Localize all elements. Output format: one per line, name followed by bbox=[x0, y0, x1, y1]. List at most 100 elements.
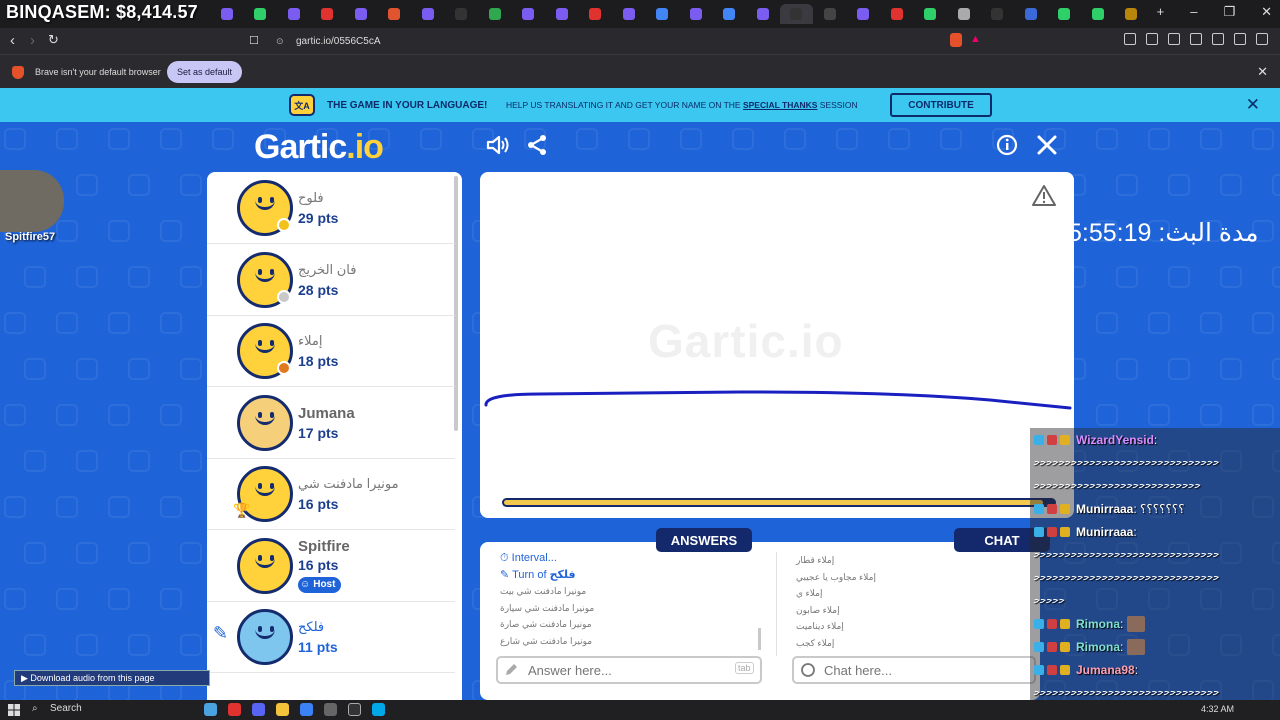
browser-tab[interactable] bbox=[981, 4, 1015, 24]
sound-icon[interactable] bbox=[486, 134, 510, 156]
browser-tab[interactable] bbox=[914, 4, 948, 24]
notepad-app-icon[interactable] bbox=[324, 703, 337, 716]
browser-tab[interactable] bbox=[746, 4, 780, 24]
banner-headline: THE GAME IN YOUR LANGUAGE! bbox=[327, 100, 488, 111]
player-name: فان الخريج bbox=[298, 261, 357, 277]
bookmark-icon[interactable]: ☐ bbox=[249, 34, 259, 47]
pattern-doodle bbox=[4, 588, 26, 610]
windows-start-icon[interactable] bbox=[8, 704, 20, 716]
browser-tab[interactable] bbox=[277, 4, 311, 24]
pattern-doodle bbox=[160, 312, 182, 334]
tab-favicon-icon bbox=[924, 8, 937, 20]
discord-app-icon[interactable] bbox=[252, 703, 265, 716]
explorer-app-icon[interactable] bbox=[276, 703, 289, 716]
pattern-doodle bbox=[1220, 358, 1242, 380]
share-icon[interactable] bbox=[526, 134, 548, 156]
browser-tab[interactable] bbox=[579, 4, 613, 24]
back-icon[interactable]: ‹ bbox=[10, 32, 15, 49]
extensions-icon[interactable] bbox=[1124, 33, 1136, 45]
site-info-icon[interactable]: ⊙ bbox=[276, 36, 284, 47]
brave-shields-icon[interactable] bbox=[950, 33, 962, 47]
pattern-doodle bbox=[1252, 128, 1274, 150]
brave-rewards-icon[interactable]: ▲ bbox=[970, 33, 981, 45]
taskbar-search[interactable]: ⌕ Search bbox=[26, 703, 194, 717]
browser-tab[interactable] bbox=[1014, 4, 1048, 24]
brave-app-icon[interactable] bbox=[228, 703, 241, 716]
infobar-message: Brave isn't your default browser bbox=[35, 67, 161, 77]
minimize-icon[interactable]: – bbox=[1190, 4, 1197, 20]
browser-tab[interactable] bbox=[311, 4, 345, 24]
drawing-canvas[interactable]: Gartic.io bbox=[480, 172, 1074, 518]
player-row[interactable]: فلوح 29 pts bbox=[207, 172, 455, 244]
media-icon[interactable] bbox=[1168, 33, 1180, 45]
tab-favicon-icon bbox=[220, 8, 233, 20]
obs-app-icon[interactable] bbox=[348, 703, 361, 716]
browser-tab[interactable] bbox=[847, 4, 881, 24]
browser-tab[interactable] bbox=[947, 4, 981, 24]
info-icon[interactable] bbox=[996, 134, 1018, 156]
pattern-doodle bbox=[76, 358, 98, 380]
reload-icon[interactable]: ↻ bbox=[48, 32, 59, 48]
infobar-close-icon[interactable]: ✕ bbox=[1257, 64, 1268, 80]
browser-tab[interactable] bbox=[679, 4, 713, 24]
chat-username: Munirraaa bbox=[1076, 501, 1134, 516]
browser-tab[interactable] bbox=[1115, 4, 1149, 24]
browser-tab[interactable] bbox=[244, 4, 278, 24]
close-window-icon[interactable]: ✕ bbox=[1261, 4, 1272, 20]
tab-favicon-icon bbox=[823, 8, 836, 20]
weather-app-icon[interactable] bbox=[204, 703, 217, 716]
language-icon: 文A bbox=[289, 94, 315, 116]
sidebar-icon[interactable] bbox=[1146, 33, 1158, 45]
forward-icon[interactable]: › bbox=[30, 32, 35, 49]
answer-input[interactable] bbox=[496, 656, 762, 684]
pattern-doodle bbox=[24, 542, 46, 564]
steam-app-icon[interactable] bbox=[372, 703, 385, 716]
browser-tab[interactable] bbox=[478, 4, 512, 24]
chat-badge-icon bbox=[1034, 664, 1044, 675]
browser-tab[interactable] bbox=[411, 4, 445, 24]
player-row[interactable]: 🏆 مونيرا مادفنت شي 16 pts bbox=[207, 458, 455, 530]
browser-tab[interactable] bbox=[445, 4, 479, 24]
browser-tab[interactable] bbox=[378, 4, 412, 24]
players-list[interactable]: فلوح 29 pts فان الخريج 28 pts إملاء 18 pts Jum… bbox=[207, 172, 462, 700]
pattern-doodle bbox=[108, 588, 130, 610]
store-app-icon[interactable] bbox=[300, 703, 313, 716]
contribute-button[interactable]: CONTRIBUTE bbox=[890, 93, 992, 117]
download-audio-bar[interactable]: ▶ Download audio from this page bbox=[14, 670, 210, 686]
browser-tab[interactable] bbox=[210, 4, 244, 24]
chat-input[interactable] bbox=[792, 656, 1036, 684]
player-row[interactable]: فان الخريج 28 pts bbox=[207, 244, 455, 316]
browser-tab[interactable] bbox=[713, 4, 747, 24]
url-field[interactable]: ⊙ gartic.io/0556C5cA bbox=[268, 30, 988, 52]
player-row[interactable]: ✎ فلكح 11 pts bbox=[207, 601, 455, 673]
stream-chat-message: Jumana98 : bbox=[1030, 658, 1280, 681]
browser-tab[interactable] bbox=[612, 4, 646, 24]
browser-tab[interactable] bbox=[813, 4, 847, 24]
set-default-button[interactable]: Set as default bbox=[167, 61, 243, 83]
special-thanks-link[interactable]: SPECIAL THANKS bbox=[743, 100, 817, 110]
vpn-icon[interactable] bbox=[1234, 33, 1246, 45]
maximize-icon[interactable]: ❐ bbox=[1223, 4, 1235, 20]
browser-tab[interactable] bbox=[512, 4, 546, 24]
answers-tab-label: ANSWERS bbox=[656, 528, 752, 552]
player-row[interactable]: Spitfire 16 pts ☺ Host bbox=[207, 530, 455, 602]
browser-tab[interactable] bbox=[880, 4, 914, 24]
browser-tab[interactable] bbox=[779, 4, 813, 24]
pattern-doodle bbox=[56, 404, 78, 426]
menu-icon[interactable] bbox=[1256, 33, 1268, 45]
player-row[interactable]: Jumana 17 pts bbox=[207, 387, 455, 459]
answers-scrollbar[interactable] bbox=[758, 628, 761, 650]
browser-tab[interactable] bbox=[545, 4, 579, 24]
browser-tab[interactable] bbox=[1048, 4, 1082, 24]
browser-tab[interactable] bbox=[1081, 4, 1115, 24]
leo-icon[interactable] bbox=[1190, 33, 1202, 45]
browser-tab[interactable] bbox=[646, 4, 680, 24]
exit-game-icon[interactable] bbox=[1036, 132, 1058, 158]
wallet-icon[interactable] bbox=[1212, 33, 1224, 45]
chat-username: Rimona bbox=[1076, 639, 1121, 654]
browser-tab[interactable] bbox=[344, 4, 378, 24]
player-row[interactable]: إملاء 18 pts bbox=[207, 315, 455, 387]
translation-banner: 文A THE GAME IN YOUR LANGUAGE! HELP US TR… bbox=[0, 88, 1280, 122]
new-tab-icon[interactable]: + bbox=[1157, 4, 1165, 20]
banner-close-icon[interactable]: ✕ bbox=[1246, 95, 1260, 115]
